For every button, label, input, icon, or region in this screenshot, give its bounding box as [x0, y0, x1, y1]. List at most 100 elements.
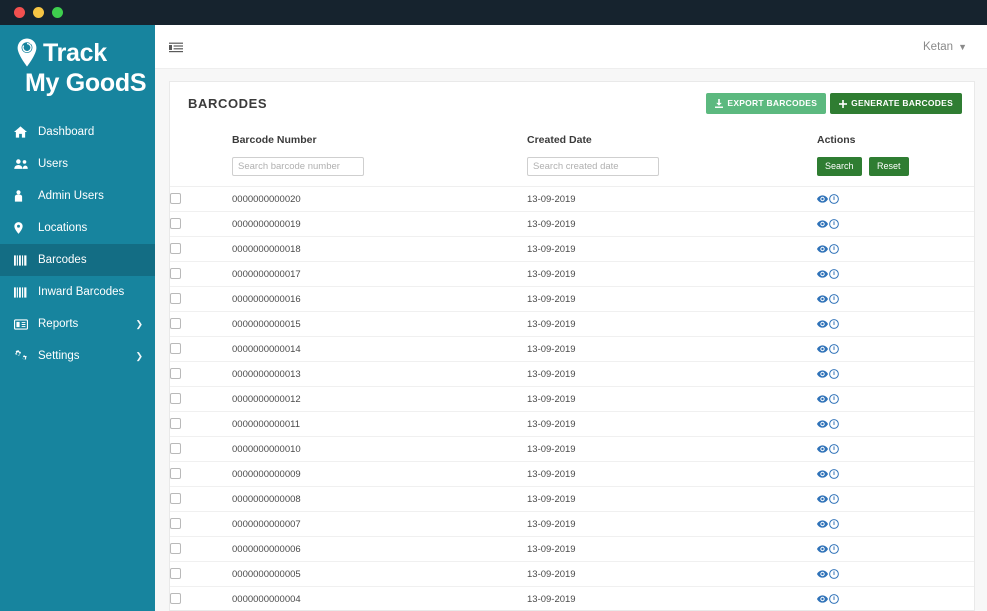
row-select-cell: [170, 561, 232, 587]
user-menu[interactable]: Ketan ▼: [923, 41, 967, 53]
row-checkbox[interactable]: [170, 268, 181, 280]
sidebar-item-barcodes[interactable]: Barcodes: [0, 244, 155, 276]
row-actions: [817, 561, 974, 587]
barcodes-table: Barcode Number Created Date Actions Sear…: [170, 125, 974, 610]
table-row: 0000000000020 13-09-2019: [170, 186, 974, 212]
search-button[interactable]: Search: [817, 157, 862, 176]
info-circle-icon[interactable]: [829, 569, 839, 579]
row-checkbox[interactable]: [170, 418, 181, 430]
sidebar-item-dashboard[interactable]: Dashboard: [0, 116, 155, 148]
main-area: Ketan ▼ BARCODES EXPORT BARCODES GENERAT…: [155, 25, 987, 611]
row-checkbox[interactable]: [170, 518, 181, 530]
sidebar-item-admin-users[interactable]: Admin Users: [0, 180, 155, 212]
eye-icon[interactable]: [817, 545, 828, 553]
row-actions: [817, 211, 974, 237]
eye-icon[interactable]: [817, 220, 828, 228]
eye-icon[interactable]: [817, 270, 828, 278]
eye-icon[interactable]: [817, 595, 828, 603]
row-checkbox[interactable]: [170, 243, 181, 255]
info-circle-icon[interactable]: [829, 344, 839, 354]
eye-icon[interactable]: [817, 395, 828, 403]
row-created-date: 13-09-2019: [527, 186, 817, 212]
row-checkbox[interactable]: [170, 193, 181, 205]
sidebar-item-locations[interactable]: Locations: [0, 212, 155, 244]
eye-icon[interactable]: [817, 295, 828, 303]
row-checkbox[interactable]: [170, 293, 181, 305]
page-content: BARCODES EXPORT BARCODES GENERATE BARCOD…: [155, 69, 987, 611]
row-checkbox[interactable]: [170, 393, 181, 405]
sidebar-item-inward-barcodes[interactable]: Inward Barcodes: [0, 276, 155, 308]
row-checkbox[interactable]: [170, 218, 181, 230]
row-checkbox[interactable]: [170, 443, 181, 455]
eye-icon[interactable]: [817, 520, 828, 528]
info-circle-icon[interactable]: [829, 319, 839, 329]
eye-icon[interactable]: [817, 470, 828, 478]
row-checkbox[interactable]: [170, 368, 181, 380]
sidebar-item-label: Users: [38, 158, 69, 170]
info-circle-icon[interactable]: [829, 469, 839, 479]
generate-barcodes-button[interactable]: GENERATE BARCODES: [830, 93, 962, 114]
eye-icon[interactable]: [817, 445, 828, 453]
sidebar-item-settings[interactable]: Settings ❯: [0, 340, 155, 372]
table-row: 0000000000018 13-09-2019: [170, 236, 974, 262]
column-header-select: [170, 125, 232, 154]
eye-icon[interactable]: [817, 195, 828, 203]
row-checkbox[interactable]: [170, 343, 181, 355]
row-actions: [817, 486, 974, 512]
info-circle-icon[interactable]: [829, 244, 839, 254]
info-circle-icon[interactable]: [829, 494, 839, 504]
row-created-date: 13-09-2019: [527, 286, 817, 312]
eye-icon[interactable]: [817, 420, 828, 428]
row-checkbox[interactable]: [170, 318, 181, 330]
row-select-cell: [170, 311, 232, 337]
chevron-right-icon: ❯: [135, 350, 143, 361]
info-circle-icon[interactable]: [829, 544, 839, 554]
row-checkbox[interactable]: [170, 468, 181, 480]
table-row: 0000000000010 13-09-2019: [170, 436, 974, 462]
row-checkbox[interactable]: [170, 493, 181, 505]
info-circle-icon[interactable]: [829, 444, 839, 454]
sidebar-item-label: Settings: [38, 350, 80, 362]
row-checkbox[interactable]: [170, 593, 181, 605]
filter-cell-actions: Search Reset: [817, 154, 974, 187]
search-barcode-input[interactable]: [232, 157, 364, 176]
eye-icon[interactable]: [817, 570, 828, 578]
info-circle-icon[interactable]: [829, 269, 839, 279]
row-created-date: 13-09-2019: [527, 561, 817, 587]
info-circle-icon[interactable]: [829, 419, 839, 429]
info-circle-icon[interactable]: [829, 394, 839, 404]
info-circle-icon[interactable]: [829, 194, 839, 204]
info-circle-icon[interactable]: [829, 369, 839, 379]
info-circle-icon[interactable]: [829, 294, 839, 304]
eye-icon[interactable]: [817, 370, 828, 378]
row-checkbox[interactable]: [170, 543, 181, 555]
minimize-window-button[interactable]: [33, 7, 44, 18]
info-circle-icon[interactable]: [829, 594, 839, 604]
page-title: BARCODES: [188, 96, 268, 111]
eye-icon[interactable]: [817, 320, 828, 328]
brand-logo[interactable]: Track My GoodS: [0, 25, 155, 112]
sidebar-item-users[interactable]: Users: [0, 148, 155, 180]
sidebar-item-reports[interactable]: Reports ❯: [0, 308, 155, 340]
export-barcodes-button[interactable]: EXPORT BARCODES: [706, 93, 827, 114]
eye-icon[interactable]: [817, 245, 828, 253]
sidebar-toggle-icon[interactable]: [169, 41, 183, 53]
table-header-row: Barcode Number Created Date Actions: [170, 125, 974, 154]
reset-button[interactable]: Reset: [868, 157, 909, 176]
map-pin-gear-icon: [14, 37, 40, 69]
row-select-cell: [170, 361, 232, 387]
row-select-cell: [170, 236, 232, 262]
row-created-date: 13-09-2019: [527, 336, 817, 362]
info-circle-icon[interactable]: [829, 519, 839, 529]
eye-icon[interactable]: [817, 345, 828, 353]
close-window-button[interactable]: [14, 7, 25, 18]
eye-icon[interactable]: [817, 495, 828, 503]
row-barcode-number: 0000000000011: [232, 411, 527, 437]
table-filter-row: Search Reset: [170, 154, 974, 187]
row-checkbox[interactable]: [170, 568, 181, 580]
search-created-date-input[interactable]: [527, 157, 659, 176]
info-circle-icon[interactable]: [829, 219, 839, 229]
topbar: Ketan ▼: [155, 25, 987, 69]
maximize-window-button[interactable]: [52, 7, 63, 18]
row-barcode-number: 0000000000010: [232, 436, 527, 462]
